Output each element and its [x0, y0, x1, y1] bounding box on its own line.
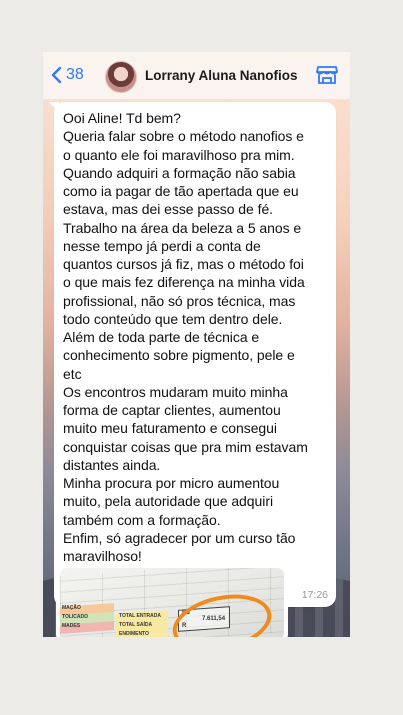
avatar[interactable] [105, 61, 137, 93]
storefront-icon[interactable] [316, 65, 338, 85]
message-text: Ooi Aline! Td bem? Queria falar sobre o … [63, 110, 308, 564]
back-button[interactable]: 38 [51, 66, 84, 84]
story-footer-area [0, 637, 403, 715]
image-message[interactable]: MAÇÃO TOLICADO MADES TOTAL ENTRADA TOTAL… [56, 564, 288, 637]
sheet-label: MADES [62, 623, 81, 629]
sheet-label: TOTAL ENTRADA [119, 613, 161, 619]
message-bubble[interactable]: Ooi Aline! Td bem? Queria falar sobre o … [54, 102, 336, 607]
unread-count: 38 [66, 66, 84, 83]
chat-header: 38 Lorrany Aluna Nanofios [43, 52, 350, 100]
message-timestamp: 17:26 [301, 589, 328, 601]
story-card: 38 Lorrany Aluna Nanofios Ooi Aline! Td … [43, 52, 350, 637]
chevron-left-icon [51, 66, 62, 84]
contact-name[interactable]: Lorrany Aluna Nanofios [145, 68, 298, 83]
spreadsheet-photo: MAÇÃO TOLICADO MADES TOTAL ENTRADA TOTAL… [60, 568, 284, 637]
sheet-label: MAÇÃO [62, 605, 81, 611]
sheet-label: TOTAL SAÍDA [119, 622, 153, 628]
sheet-label: TOLICADO [62, 614, 89, 620]
